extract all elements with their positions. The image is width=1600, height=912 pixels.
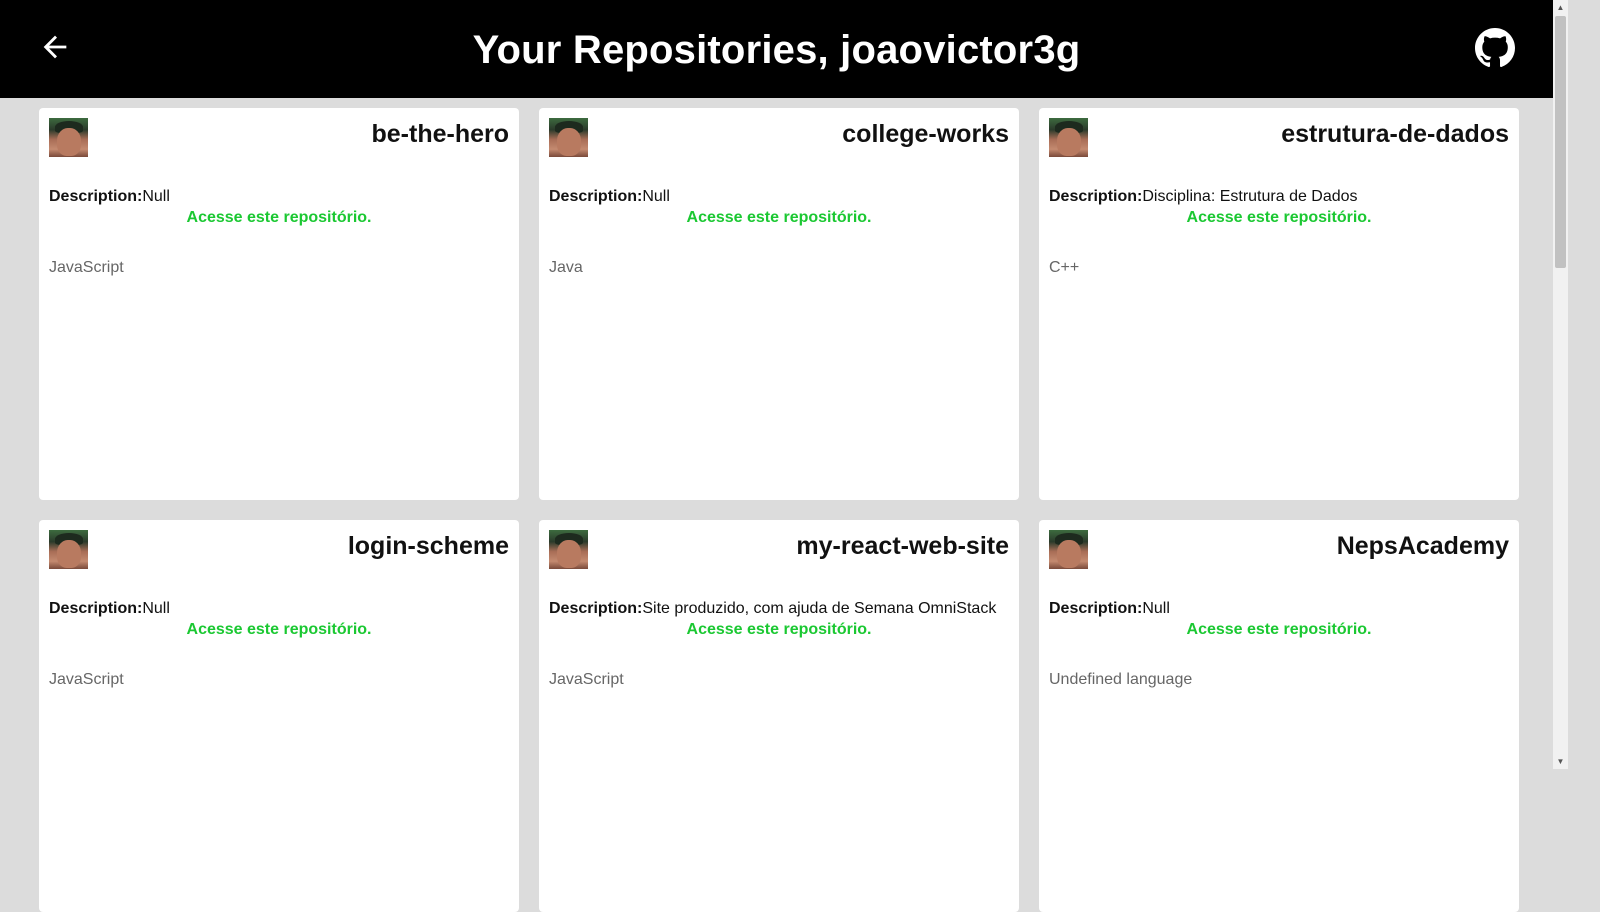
page-title: Your Repositories, joaovictor3g — [472, 28, 1081, 72]
description-text: Null — [142, 188, 170, 205]
description-text: Site produzido, com ajuda de Semana Omni… — [642, 600, 997, 617]
repo-description: Description:Null — [49, 600, 170, 618]
repo-name: be-the-hero — [371, 120, 510, 148]
avatar — [1049, 118, 1088, 157]
repo-card: NepsAcademy Description:Null Acesse este… — [1039, 520, 1519, 912]
repo-description: Description:Site produzido, com ajuda de… — [549, 600, 996, 618]
description-label: Description: — [549, 600, 643, 617]
repo-card: estrutura-de-dados Description:Disciplin… — [1039, 108, 1519, 500]
repo-name: login-scheme — [347, 532, 509, 560]
scroll-down-arrow-icon[interactable]: ▼ — [1553, 754, 1568, 769]
repo-name: college-works — [842, 120, 1009, 148]
avatar — [549, 118, 588, 157]
avatar — [1049, 530, 1088, 569]
github-button[interactable] — [1475, 28, 1515, 68]
vertical-scrollbar[interactable]: ▲ ▼ — [1553, 0, 1568, 769]
repo-language: Undefined language — [1049, 671, 1193, 688]
avatar — [49, 530, 88, 569]
repo-link[interactable]: Acesse este repositório. — [39, 621, 519, 639]
repo-description: Description:Null — [1049, 600, 1170, 618]
description-label: Description: — [49, 188, 143, 205]
repo-link[interactable]: Acesse este repositório. — [1039, 621, 1519, 639]
description-text: Null — [1142, 600, 1170, 617]
description-label: Description: — [1049, 188, 1143, 205]
repo-name: NepsAcademy — [1336, 532, 1509, 560]
repo-link[interactable]: Acesse este repositório. — [1039, 209, 1519, 227]
repo-card: my-react-web-site Description:Site produ… — [539, 520, 1019, 912]
description-label: Description: — [49, 600, 143, 617]
description-label: Description: — [1049, 600, 1143, 617]
repo-description: Description:Null — [549, 188, 670, 206]
repo-description: Description:Disciplina: Estrutura de Dad… — [1049, 188, 1358, 206]
repo-name: estrutura-de-dados — [1281, 120, 1509, 148]
avatar — [549, 530, 588, 569]
repo-language: JavaScript — [549, 671, 624, 688]
repo-card: be-the-hero Description:Null Acesse este… — [39, 108, 519, 500]
description-label: Description: — [549, 188, 643, 205]
repo-language: JavaScript — [49, 259, 124, 276]
repo-grid: be-the-hero Description:Null Acesse este… — [39, 108, 1519, 912]
repo-language: C++ — [1049, 259, 1080, 276]
scroll-thumb[interactable] — [1555, 16, 1566, 268]
repo-description: Description:Null — [49, 188, 170, 206]
description-text: Null — [142, 600, 170, 617]
repo-card: college-works Description:Null Acesse es… — [539, 108, 1019, 500]
repo-name: my-react-web-site — [796, 532, 1009, 560]
repo-language: JavaScript — [49, 671, 124, 688]
description-text: Null — [642, 188, 670, 205]
app-header: Your Repositories, joaovictor3g — [0, 0, 1553, 98]
repo-language: Java — [549, 259, 583, 276]
github-icon — [1475, 28, 1515, 68]
avatar — [49, 118, 88, 157]
repo-link[interactable]: Acesse este repositório. — [539, 209, 1019, 227]
repo-link[interactable]: Acesse este repositório. — [539, 621, 1019, 639]
repo-link[interactable]: Acesse este repositório. — [39, 209, 519, 227]
scroll-up-arrow-icon[interactable]: ▲ — [1553, 0, 1568, 15]
description-text: Disciplina: Estrutura de Dados — [1142, 188, 1358, 205]
repo-card: login-scheme Description:Null Acesse est… — [39, 520, 519, 912]
